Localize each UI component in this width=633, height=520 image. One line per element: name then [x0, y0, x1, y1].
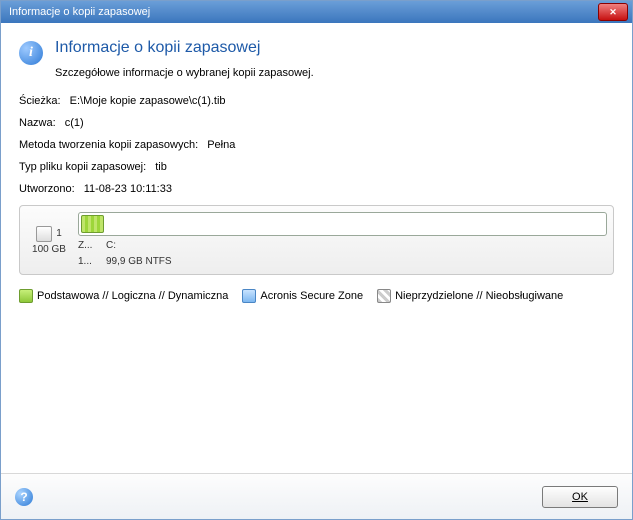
ok-button[interactable]: OK — [542, 486, 618, 508]
swatch-green-icon — [19, 289, 33, 303]
help-button[interactable]: ? — [15, 488, 33, 506]
path-label: Ścieżka: — [19, 95, 61, 107]
name-label: Nazwa: — [19, 117, 56, 129]
partition-meta-2: 1... 99,9 GB NTFS — [78, 255, 607, 268]
legend-asz-label: Acronis Secure Zone — [260, 290, 363, 302]
meta-left-2: 1... — [78, 255, 98, 268]
created-label: Utworzono: — [19, 183, 75, 195]
filetype-value: tib — [155, 161, 167, 173]
path-value: E:\Moje kopie zapasowe\c(1).tib — [70, 95, 226, 107]
swatch-blue-icon — [242, 289, 256, 303]
method-label: Metoda tworzenia kopii zapasowych: — [19, 139, 198, 151]
titlebar: Informacje o kopii zapasowej ✕ — [1, 1, 632, 23]
meta-left-1: Z... — [78, 239, 98, 252]
field-method: Metoda tworzenia kopii zapasowych: Pełna — [19, 139, 614, 151]
field-filetype: Typ pliku kopii zapasowej: tib — [19, 161, 614, 173]
info-icon: i — [19, 41, 43, 65]
partition-bar[interactable] — [78, 212, 607, 236]
legend-basic-label: Podstawowa // Logiczna // Dynamiczna — [37, 290, 228, 302]
page-title: Informacje o kopii zapasowej — [55, 39, 314, 57]
close-button[interactable]: ✕ — [598, 3, 628, 21]
dialog-body: i Informacje o kopii zapasowej Szczegóło… — [1, 23, 632, 473]
name-value: c(1) — [65, 117, 84, 129]
method-value: Pełna — [207, 139, 235, 151]
page-subtitle: Szczegółowe informacje o wybranej kopii … — [55, 67, 314, 79]
disk-capacity: 100 GB — [32, 244, 66, 255]
meta-right-1: C: — [106, 239, 116, 252]
window-title: Informacje o kopii zapasowej — [9, 6, 598, 18]
header-text: Informacje o kopii zapasowej Szczegółowe… — [55, 39, 314, 79]
details-fields: Ścieżka: E:\Moje kopie zapasowe\c(1).tib… — [19, 95, 614, 195]
dialog-window: Informacje o kopii zapasowej ✕ i Informa… — [0, 0, 633, 520]
created-value: 11-08-23 10:11:33 — [84, 183, 172, 195]
disk-summary: 1 100 GB — [26, 212, 72, 268]
field-created: Utworzono: 11-08-23 10:11:33 — [19, 183, 614, 195]
disk-icon — [36, 226, 52, 242]
legend: Podstawowa // Logiczna // Dynamiczna Acr… — [19, 289, 614, 303]
legend-asz: Acronis Secure Zone — [242, 289, 363, 303]
legend-unalloc-label: Nieprzydzielone // Nieobsługiwane — [395, 290, 563, 302]
ok-label: OK — [572, 491, 588, 503]
dialog-footer: ? OK — [1, 473, 632, 519]
disk-index: 1 — [56, 228, 62, 239]
partition-meta: Z... C: — [78, 239, 607, 252]
legend-basic: Podstawowa // Logiczna // Dynamiczna — [19, 289, 228, 303]
field-name: Nazwa: c(1) — [19, 117, 614, 129]
field-path: Ścieżka: E:\Moje kopie zapasowe\c(1).tib — [19, 95, 614, 107]
header-block: i Informacje o kopii zapasowej Szczegóło… — [19, 39, 614, 79]
legend-unallocated: Nieprzydzielone // Nieobsługiwane — [377, 289, 563, 303]
swatch-hatch-icon — [377, 289, 391, 303]
partition-free — [106, 215, 604, 233]
filetype-label: Typ pliku kopii zapasowej: — [19, 161, 146, 173]
disk-partitions: Z... C: 1... 99,9 GB NTFS — [78, 212, 607, 268]
meta-right-2: 99,9 GB NTFS — [106, 255, 172, 268]
partition-used — [81, 215, 104, 233]
disk-layout: 1 100 GB Z... C: 1... 99,9 GB NTFS — [19, 205, 614, 275]
